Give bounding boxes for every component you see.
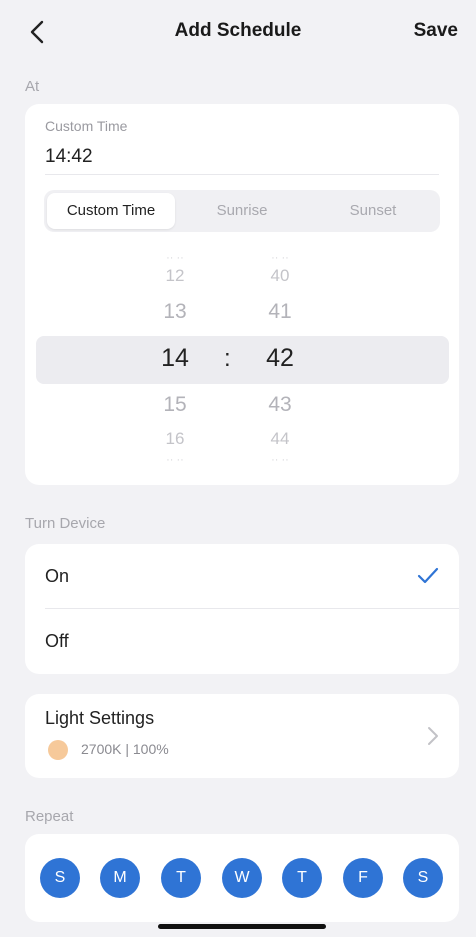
day-toggle-saturday[interactable]: S bbox=[403, 858, 443, 898]
home-indicator bbox=[158, 924, 326, 929]
minute-option[interactable]: 44 bbox=[250, 429, 310, 449]
hour-edge-top: ·· ·· bbox=[166, 252, 184, 264]
light-settings-value: 2700K | 100% bbox=[81, 741, 169, 757]
hour-option[interactable]: 15 bbox=[145, 393, 205, 417]
page-title: Add Schedule bbox=[174, 20, 302, 41]
day-toggle-thursday[interactable]: T bbox=[282, 858, 322, 898]
time-mode-segmented-control: Custom Time Sunrise Sunset bbox=[44, 190, 440, 232]
hour-option[interactable]: 12 bbox=[145, 266, 205, 286]
minute-edge-top: ·· ·· bbox=[271, 252, 289, 264]
segment-sunset[interactable]: Sunset bbox=[309, 193, 437, 229]
day-toggle-monday[interactable]: M bbox=[100, 858, 140, 898]
repeat-card: S M T W T F S bbox=[25, 834, 459, 922]
day-toggle-friday[interactable]: F bbox=[343, 858, 383, 898]
hour-edge-bottom: ·· ·· bbox=[166, 454, 184, 466]
minute-edge-bottom: ·· ·· bbox=[271, 454, 289, 466]
hour-option[interactable]: 13 bbox=[145, 300, 205, 324]
minute-option[interactable]: 40 bbox=[250, 266, 310, 286]
custom-time-label: Custom Time bbox=[45, 118, 128, 134]
minute-option[interactable]: 41 bbox=[250, 300, 310, 324]
segment-custom-time[interactable]: Custom Time bbox=[47, 193, 175, 229]
light-settings-row[interactable]: Light Settings 2700K | 100% bbox=[25, 694, 459, 778]
picker-selection-band bbox=[36, 336, 449, 384]
turn-on-option[interactable]: On bbox=[25, 544, 459, 609]
chevron-right-icon bbox=[428, 727, 438, 745]
turn-device-section-label: Turn Device bbox=[25, 515, 106, 532]
day-toggle-sunday[interactable]: S bbox=[40, 858, 80, 898]
nav-bar: Add Schedule Save bbox=[0, 0, 476, 64]
turn-device-card: On Off bbox=[25, 544, 459, 674]
day-toggle-tuesday[interactable]: T bbox=[161, 858, 201, 898]
turn-off-option[interactable]: Off bbox=[25, 609, 459, 673]
minute-option[interactable]: 43 bbox=[250, 393, 310, 417]
off-label: Off bbox=[45, 631, 69, 651]
time-separator: : bbox=[224, 345, 231, 372]
hour-option[interactable]: 16 bbox=[145, 429, 205, 449]
segment-sunrise[interactable]: Sunrise bbox=[177, 193, 307, 229]
minute-selected[interactable]: 42 bbox=[250, 344, 310, 373]
day-toggle-wednesday[interactable]: W bbox=[222, 858, 262, 898]
custom-time-value[interactable]: 14:42 bbox=[45, 146, 93, 168]
light-settings-title: Light Settings bbox=[45, 708, 155, 728]
at-section-label: At bbox=[25, 78, 40, 95]
on-label: On bbox=[45, 566, 70, 586]
hour-selected[interactable]: 14 bbox=[145, 344, 205, 373]
repeat-section-label: Repeat bbox=[25, 808, 74, 825]
save-button[interactable]: Save bbox=[414, 20, 458, 42]
checkmark-icon bbox=[417, 567, 439, 584]
time-card: Custom Time 14:42 Custom Time Sunrise Su… bbox=[25, 104, 459, 485]
custom-time-divider bbox=[45, 174, 439, 175]
color-temperature-swatch bbox=[48, 740, 68, 760]
